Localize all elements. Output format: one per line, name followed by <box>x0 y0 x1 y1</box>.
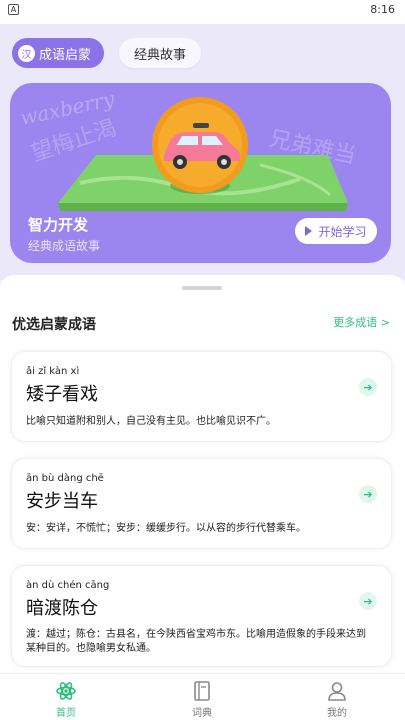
tab-profile[interactable]: 我的 <box>302 680 372 719</box>
idiom-word: 矮子看戏 <box>26 384 98 405</box>
drag-handle[interactable] <box>182 286 222 290</box>
arrow-right-icon[interactable]: ➔ <box>359 378 377 396</box>
start-learning-label: 开始学习 <box>318 224 367 239</box>
hero-banner[interactable]: waxberry 望梅止渴 兄弟难当 智力开发 经典成语故事 开始学习 <box>10 83 391 263</box>
book-icon <box>194 681 210 701</box>
tab-dictionary-label: 词典 <box>192 708 212 719</box>
arrow-right-icon[interactable]: ➔ <box>359 485 377 503</box>
status-time: 8:16 <box>370 3 395 16</box>
banner-title: 智力开发 <box>28 216 89 234</box>
tab-dictionary[interactable]: 词典 <box>167 680 237 719</box>
idiom-pinyin: àn dù chén cāng <box>26 580 110 591</box>
bottom-tab-bar: 首页 词典 我的 <box>0 673 405 720</box>
idiom-description: 安：安详，不慌忙；安步：缓缓步行。以从容的步行代替乘车。 <box>26 523 306 534</box>
user-icon <box>328 682 346 701</box>
idiom-word: 安步当车 <box>26 491 98 512</box>
play-icon <box>305 226 313 236</box>
tab-label: 成语启蒙 <box>39 47 92 63</box>
banner-subtitle: 经典成语故事 <box>28 239 101 253</box>
section-title: 优选启蒙成语 <box>12 317 96 333</box>
idiom-description: 比喻只知道附和别人，自己没有主见。也比喻见识不广。 <box>26 416 276 427</box>
han-badge-icon: 汉 <box>18 44 35 62</box>
tab-home[interactable]: 首页 <box>31 680 101 719</box>
idiom-card[interactable]: ān bù dàng chē 安步当车 安：安详，不慌忙；安步：缓缓步行。以从容… <box>11 458 392 549</box>
atom-icon <box>56 682 76 700</box>
idiom-description: 渡：越过；陈仓：古县名，在今陕西省宝鸡市东。比喻用造假象的手段来达到某种目的。也… <box>26 629 366 654</box>
start-learning-button[interactable]: 开始学习 <box>295 218 377 244</box>
more-idioms-link[interactable]: 更多成语 > <box>333 314 390 330</box>
tab-idiom-enlightenment[interactable]: 汉 成语启蒙 <box>12 38 104 68</box>
idiom-pinyin: ān bù dàng chē <box>26 473 104 484</box>
notification-a-icon: A <box>8 4 19 15</box>
idiom-card[interactable]: ǎi zǐ kàn xì 矮子看戏 比喻只知道附和别人，自己没有主见。也比喻见识… <box>11 351 392 442</box>
tab-profile-label: 我的 <box>327 708 347 719</box>
idiom-word: 暗渡陈仓 <box>26 598 98 619</box>
idiom-card[interactable]: àn dù chén cāng 暗渡陈仓 渡：越过；陈仓：古县名，在今陕西省宝鸡… <box>11 565 392 667</box>
status-bar: A 8:16 <box>0 0 405 24</box>
idiom-pinyin: ǎi zǐ kàn xì <box>26 366 80 377</box>
tab-classic-stories[interactable]: 经典故事 <box>119 38 201 68</box>
tab-home-label: 首页 <box>56 708 76 719</box>
arrow-right-icon[interactable]: ➔ <box>359 592 377 610</box>
tab-label: 经典故事 <box>133 47 186 63</box>
